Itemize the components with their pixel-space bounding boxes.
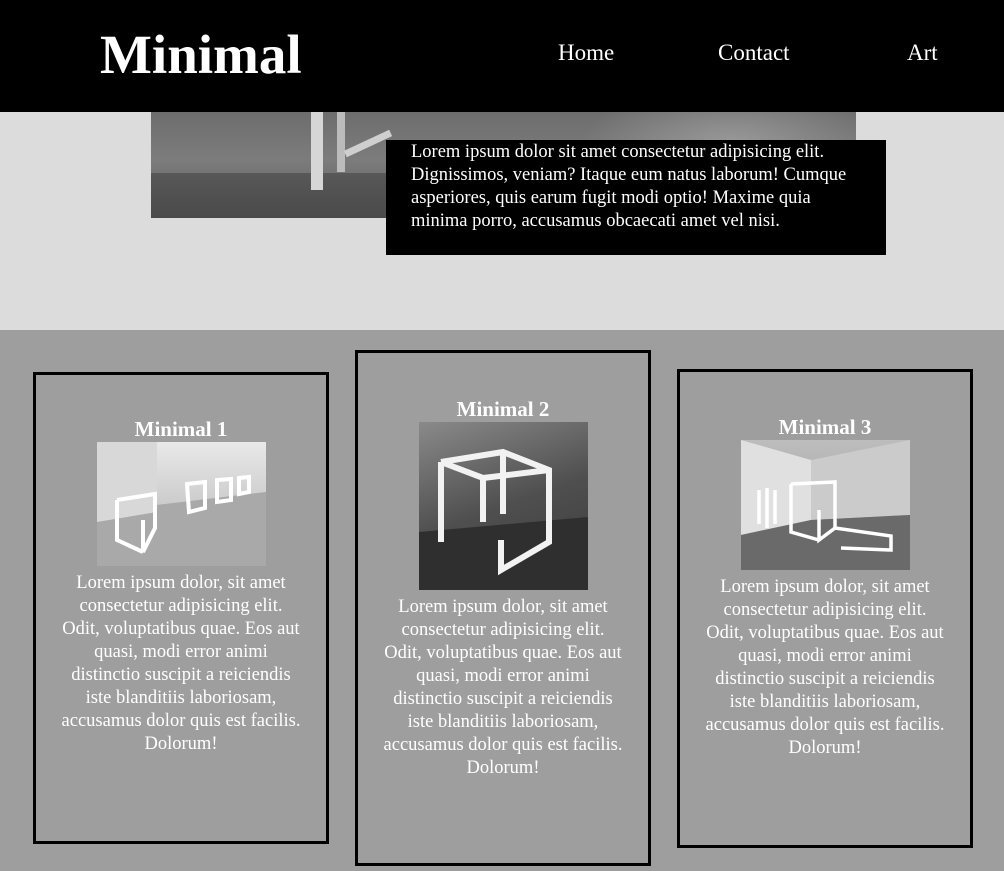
card-description: Lorem ipsum dolor, sit amet consectetur … [383, 597, 623, 778]
card-title: Minimal 1 [134, 417, 228, 441]
nav-link-art[interactable]: Art [907, 39, 938, 67]
hero-section: Lorem ipsum dolor sit amet consectetur a… [0, 112, 1004, 330]
hero-description: Lorem ipsum dolor sit amet consectetur a… [386, 140, 886, 255]
site-header: Minimal Home Contact Art [0, 0, 1004, 112]
card-image [96, 442, 266, 566]
card-minimal-2: Minimal 2 Lorem ipsum dolor, sit amet co… [355, 350, 651, 866]
card-minimal-3: Minimal 3 Lorem ipsum dolor, sit amet co… [677, 369, 973, 848]
card-title: Minimal 3 [778, 415, 872, 439]
card-title: Minimal 2 [456, 397, 550, 421]
card-image [418, 422, 588, 590]
card-description: Lorem ipsum dolor, sit amet consectetur … [705, 577, 945, 758]
nav-link-contact[interactable]: Contact [718, 39, 790, 67]
card-image [740, 440, 910, 570]
nav-link-home[interactable]: Home [558, 39, 614, 67]
card-minimal-1: Minimal 1 Lorem ipsum dolor, sit amet co… [33, 372, 329, 844]
site-logo[interactable]: Minimal [100, 22, 302, 88]
card-description: Lorem ipsum dolor, sit amet consectetur … [61, 573, 301, 754]
